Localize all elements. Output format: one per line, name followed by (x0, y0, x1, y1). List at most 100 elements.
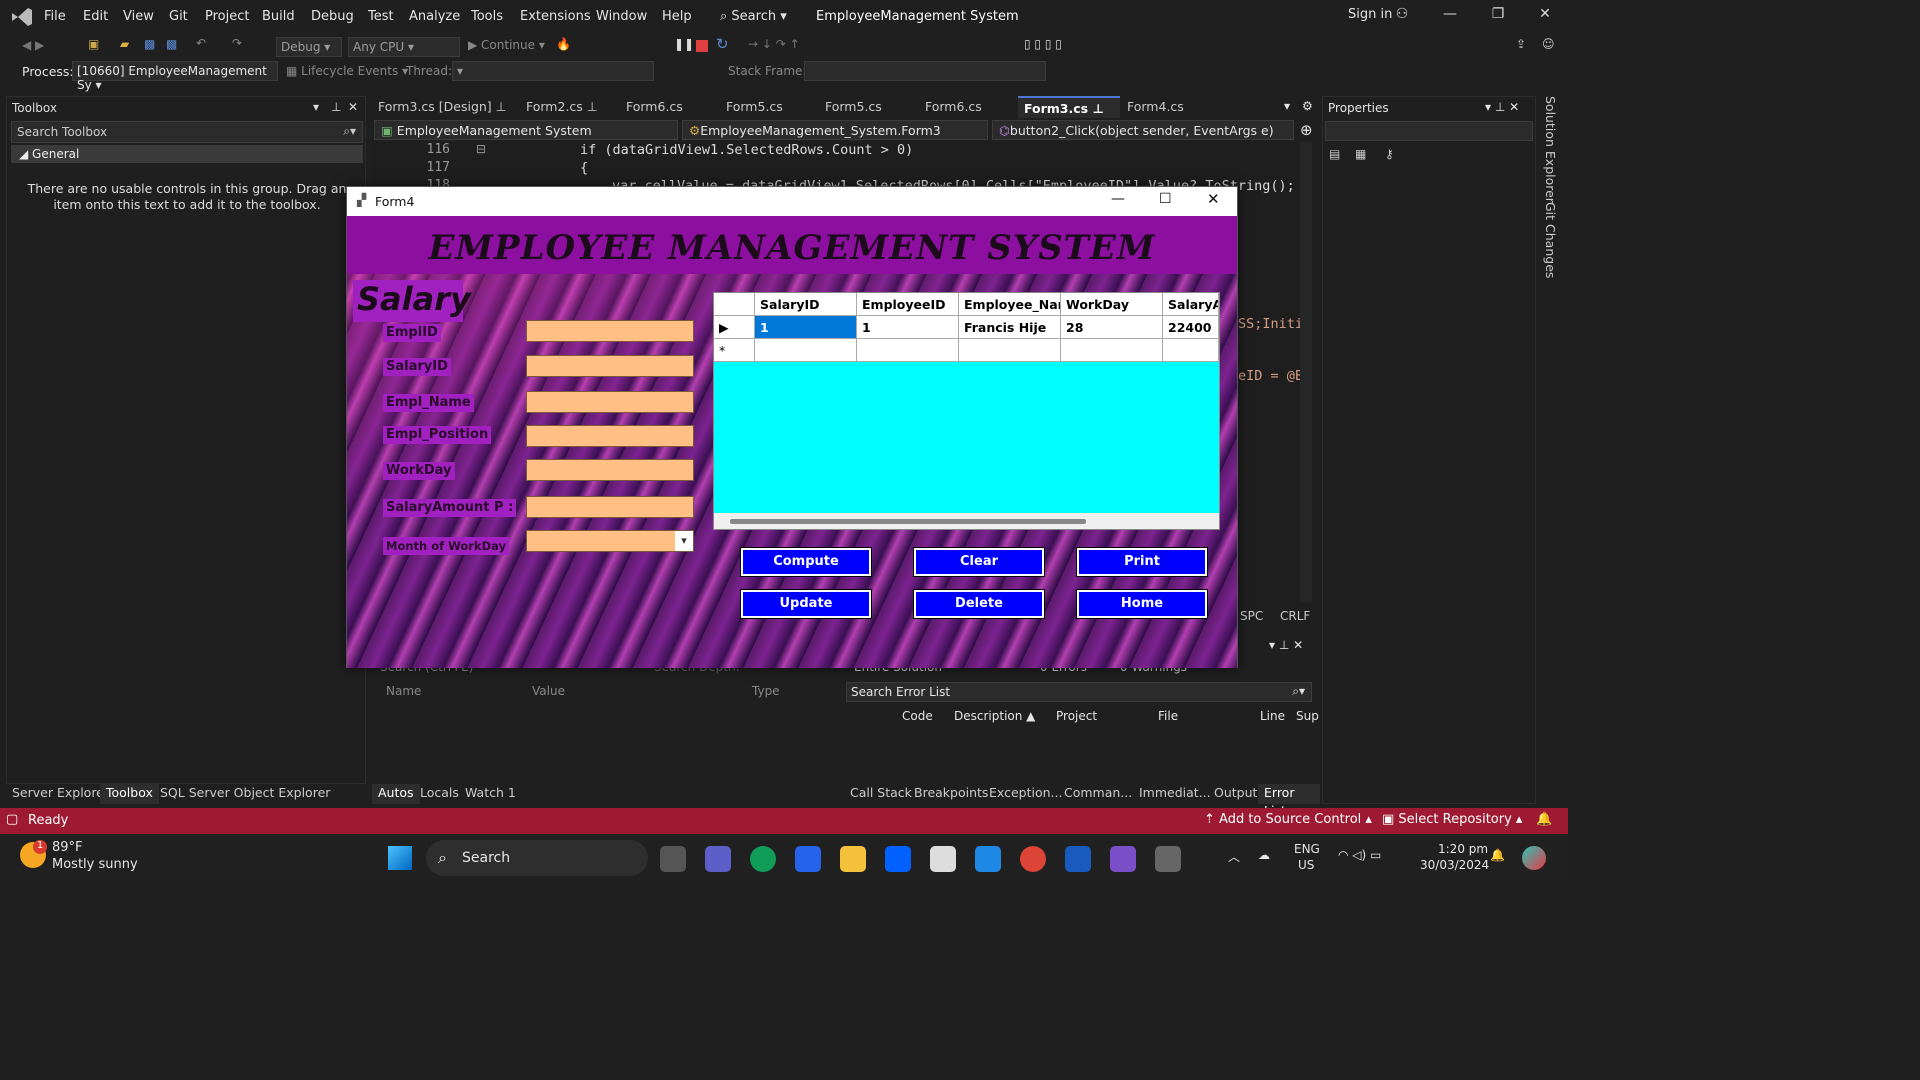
thread-select[interactable]: ▾ (452, 61, 654, 81)
bookmark-icons[interactable]: ▯ ▯ ▯ ▯ (1024, 37, 1062, 51)
tab-watch1[interactable]: Watch 1 (459, 784, 522, 804)
language-2[interactable]: US (1298, 858, 1314, 872)
tab-form2[interactable]: Form2.cs ⊥ (520, 96, 604, 118)
clear-button[interactable]: Clear (913, 547, 1045, 577)
continue-button[interactable]: ▶ Continue ▾ (468, 38, 545, 52)
process-select[interactable]: [10660] EmployeeManagement Sy ▾ (72, 61, 278, 92)
form-minimize-icon[interactable]: — (1111, 191, 1125, 207)
tab-form6[interactable]: Form6.cs (620, 96, 689, 118)
whitespace-indicator[interactable]: SPC (1240, 609, 1263, 623)
properties-object-select[interactable] (1325, 121, 1533, 141)
clock-date[interactable]: 30/03/2024 (1420, 858, 1489, 872)
month-of-workday-select[interactable]: ▾ (526, 530, 694, 552)
notifications-icon[interactable]: 🔔 (1536, 812, 1552, 827)
save-icon[interactable]: ▩ (144, 37, 155, 51)
collapse-icon[interactable]: ⊟ (476, 142, 486, 156)
pause-icon[interactable]: ❚❚ (674, 37, 694, 51)
restore-icon[interactable]: ❐ (1486, 6, 1510, 28)
form4-titlebar[interactable]: ▞ Form4 — ☐ ✕ (347, 187, 1237, 216)
form-close-icon[interactable]: ✕ (1207, 190, 1220, 208)
tab-form3-design[interactable]: Form3.cs [Design] ⊥ (372, 96, 513, 118)
toolbox-group-general[interactable]: ◢ General (11, 145, 363, 163)
categorized-icon[interactable]: ▤ (1329, 147, 1340, 161)
edge-icon[interactable] (750, 846, 776, 872)
tab-breakpoints[interactable]: Breakpoints (908, 784, 994, 804)
home-button[interactable]: Home (1076, 589, 1208, 619)
grid-new-row-cell[interactable] (1061, 339, 1163, 362)
grid-header-salaryid[interactable]: SalaryID (755, 293, 857, 316)
clock-time[interactable]: 1:20 pm (1438, 842, 1488, 856)
dropbox-icon[interactable] (885, 846, 911, 872)
grid-cell-salaryid[interactable]: 1 (755, 316, 857, 339)
menu-test[interactable]: Test (368, 9, 394, 24)
tab-immediate-window[interactable]: Immediat... (1133, 784, 1217, 804)
search-icon[interactable]: ⌕▾ (343, 124, 356, 139)
task-view-icon[interactable] (660, 846, 686, 872)
salaryid-input[interactable] (526, 355, 694, 377)
grid-new-row-cell[interactable] (755, 339, 857, 362)
grid-horizontal-scrollbar[interactable] (714, 513, 1219, 529)
split-editor-icon[interactable]: ⊕ (1300, 121, 1313, 139)
grid-cell-workday[interactable]: 28 (1061, 316, 1163, 339)
settings-gear-icon[interactable]: ⚙ (1302, 99, 1313, 113)
restart-icon[interactable]: ↻ (716, 35, 729, 53)
class-dropdown[interactable]: ⚙EmployeeManagement_System.Form3 (682, 120, 988, 140)
tab-exception-settings[interactable]: Exception... (983, 784, 1068, 804)
lifecycle-events-dropdown[interactable]: ▦ Lifecycle Events ▾ (286, 64, 408, 78)
col-file[interactable]: File (1158, 709, 1178, 723)
back-forward-icon[interactable]: ◀ ▶ (22, 38, 44, 52)
chevron-down-icon[interactable]: ▾ (675, 531, 693, 551)
member-dropdown[interactable]: ⌬button2_Click(object sender, EventArgs … (992, 120, 1294, 140)
vscode-icon[interactable] (975, 846, 1001, 872)
solution-configuration-select[interactable]: Debug ▾ (276, 37, 342, 57)
start-button[interactable] (388, 846, 412, 870)
menu-git[interactable]: Git (169, 9, 188, 24)
tab-call-stack[interactable]: Call Stack (844, 784, 918, 804)
stop-icon[interactable] (696, 40, 708, 52)
hot-reload-icon[interactable]: 🔥 (556, 37, 571, 51)
scrollbar-thumb[interactable] (730, 519, 1086, 524)
taskbar-search[interactable]: ⌕ Search (426, 840, 648, 876)
print-button[interactable]: Print (1076, 547, 1208, 577)
toolbox-options-icon[interactable]: ▾ (313, 100, 319, 114)
salary-data-grid[interactable]: SalaryID EmployeeID Employee_Name WorkDa… (713, 292, 1220, 530)
menu-window[interactable]: Window (596, 9, 647, 24)
menu-help[interactable]: Help (662, 9, 692, 24)
tab-error-list[interactable]: Error List (1258, 784, 1320, 818)
workday-input[interactable] (526, 459, 694, 481)
error-list-search-input[interactable]: Search Error List ⌕▾ (846, 682, 1312, 702)
word-icon[interactable] (1065, 846, 1091, 872)
select-repository-button[interactable]: ▣ Select Repository ▴ (1382, 812, 1522, 827)
teams-icon[interactable] (705, 846, 731, 872)
alphabetical-icon[interactable]: ▦ (1355, 147, 1366, 161)
menu-edit[interactable]: Edit (83, 9, 108, 24)
grid-header-salary-amount[interactable]: SalaryAr (1163, 293, 1219, 316)
tab-server-explorer[interactable]: Server Explorer (6, 784, 115, 804)
project-dropdown[interactable]: ▣ EmployeeManagement System (374, 120, 678, 140)
onedrive-icon[interactable]: ☁ (1258, 848, 1270, 862)
undo-icon[interactable]: ↶ (196, 36, 206, 50)
col-line[interactable]: Line (1260, 709, 1285, 723)
platform-select[interactable]: Any CPU ▾ (348, 37, 460, 57)
col-description[interactable]: Description ▲ (954, 709, 1035, 723)
menu-file[interactable]: File (44, 9, 66, 24)
vs-search-button[interactable]: ⌕ Search ▾ (720, 9, 787, 24)
store-icon[interactable] (795, 846, 821, 872)
editor-scrollbar[interactable] (1300, 142, 1312, 602)
error-list-pin-icon[interactable]: ▾ ⊥ ✕ (1269, 638, 1303, 652)
grid-header-employeeid[interactable]: EmployeeID (857, 293, 959, 316)
autos-col-type[interactable]: Type (752, 684, 780, 698)
step-icons[interactable]: → ↓ ↷ ↑ (748, 37, 800, 51)
toolbox-search-input[interactable]: Search Toolbox ⌕▾ (11, 121, 363, 143)
menu-debug[interactable]: Debug (311, 9, 354, 24)
toolbox-close-icon[interactable]: ✕ (348, 100, 358, 114)
grid-cell-employee-name[interactable]: Francis Hije (959, 316, 1061, 339)
add-to-source-control-button[interactable]: ⇡ Add to Source Control ▴ (1204, 812, 1372, 827)
minimize-icon[interactable]: — (1438, 6, 1462, 28)
tab-toolbox[interactable]: Toolbox (100, 784, 159, 804)
menu-extensions[interactable]: Extensions (520, 9, 591, 24)
stack-frame-select[interactable] (804, 61, 1046, 81)
grid-cell-employeeid[interactable]: 1 (857, 316, 959, 339)
row-selector-current-icon[interactable]: ▶ (714, 316, 755, 339)
app-window-icon[interactable] (1155, 846, 1181, 872)
